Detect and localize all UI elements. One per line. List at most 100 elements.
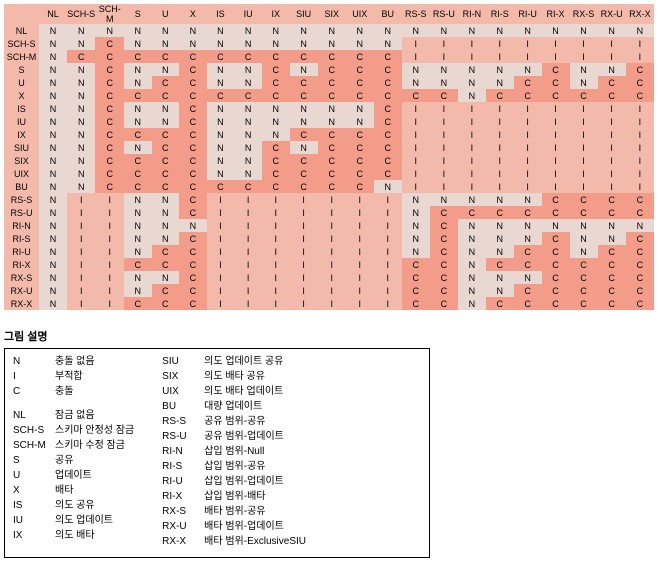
legend-value: 공유	[55, 454, 73, 468]
matrix-cell: I	[234, 206, 262, 219]
matrix-cell: C	[95, 37, 124, 50]
matrix-cell: C	[179, 297, 207, 310]
matrix-cell: C	[95, 76, 124, 89]
matrix-cell: I	[95, 232, 124, 245]
matrix-cell: C	[430, 245, 458, 258]
matrix-cell: I	[234, 219, 262, 232]
matrix-cell: N	[124, 115, 152, 128]
row-header: RX-X	[4, 297, 39, 310]
matrix-cell: N	[39, 167, 67, 180]
matrix-cell: I	[207, 297, 235, 310]
matrix-cell: C	[290, 76, 318, 89]
matrix-cell: N	[152, 271, 180, 284]
matrix-cell: N	[39, 63, 67, 76]
matrix-cell: I	[486, 102, 514, 115]
matrix-cell: N	[152, 37, 180, 50]
matrix-cell: C	[542, 271, 570, 284]
matrix-cell: I	[626, 102, 654, 115]
col-header: RX-S	[570, 4, 598, 24]
matrix-cell: C	[374, 102, 402, 115]
matrix-cell: I	[430, 128, 458, 141]
legend-value: 충돌	[55, 385, 73, 399]
matrix-cell: N	[67, 76, 96, 89]
matrix-cell: I	[95, 245, 124, 258]
matrix-cell: C	[290, 167, 318, 180]
matrix-cell: N	[207, 154, 235, 167]
matrix-cell: C	[430, 258, 458, 271]
legend: 그림 설명 N충돌 없음I부적합C충돌NL잠금 없음SCH-S스키마 안정성 잠…	[4, 328, 654, 558]
matrix-cell: N	[152, 193, 180, 206]
matrix-cell: N	[598, 219, 626, 232]
matrix-cell: N	[124, 76, 152, 89]
matrix-cell: I	[486, 37, 514, 50]
matrix-cell: I	[374, 232, 402, 245]
row-header: UIX	[4, 167, 39, 180]
matrix-cell: I	[430, 167, 458, 180]
matrix-cell: N	[39, 232, 67, 245]
matrix-cell: C	[542, 232, 570, 245]
matrix-cell: C	[626, 193, 654, 206]
matrix-cell: C	[626, 76, 654, 89]
matrix-cell: I	[346, 219, 374, 232]
matrix-cell: N	[152, 115, 180, 128]
matrix-cell: N	[262, 128, 290, 141]
matrix-cell: C	[234, 180, 262, 193]
matrix-cell: C	[179, 271, 207, 284]
matrix-cell: N	[486, 271, 514, 284]
matrix-cell: C	[374, 76, 402, 89]
matrix-cell: C	[346, 89, 374, 102]
matrix-cell: C	[95, 115, 124, 128]
matrix-cell: N	[67, 180, 96, 193]
col-header: RI-X	[542, 4, 570, 24]
matrix-cell: I	[374, 219, 402, 232]
legend-row: SIX의도 배타 공유	[162, 370, 306, 384]
matrix-cell: I	[346, 258, 374, 271]
legend-key: RX-U	[162, 520, 204, 534]
matrix-cell: C	[262, 167, 290, 180]
row-header: RI-X	[4, 258, 39, 271]
matrix-cell: N	[67, 63, 96, 76]
matrix-cell: N	[234, 115, 262, 128]
matrix-cell: I	[542, 154, 570, 167]
matrix-cell: N	[458, 297, 486, 310]
legend-value: 의도 업데이트	[55, 514, 113, 528]
matrix-cell: N	[430, 76, 458, 89]
matrix-cell: C	[542, 206, 570, 219]
matrix-cell: C	[262, 76, 290, 89]
legend-row: IX의도 배타	[13, 529, 134, 543]
matrix-cell: I	[95, 271, 124, 284]
matrix-cell: N	[458, 24, 486, 37]
matrix-cell: I	[318, 245, 346, 258]
matrix-cell: I	[207, 258, 235, 271]
matrix-cell: I	[207, 206, 235, 219]
matrix-cell: N	[346, 24, 374, 37]
legend-key: C	[13, 385, 55, 399]
matrix-cell: I	[402, 128, 430, 141]
matrix-cell: I	[95, 297, 124, 310]
matrix-cell: N	[402, 219, 430, 232]
matrix-cell: C	[262, 180, 290, 193]
matrix-cell: C	[374, 50, 402, 63]
matrix-cell: N	[514, 193, 542, 206]
matrix-cell: C	[514, 76, 542, 89]
legend-row: SCH-S스키마 안정성 잠금	[13, 424, 134, 438]
matrix-cell: N	[486, 76, 514, 89]
matrix-cell: I	[262, 258, 290, 271]
legend-value: 배타 범위-업데이트	[204, 520, 284, 534]
matrix-cell: N	[402, 232, 430, 245]
matrix-cell: I	[207, 284, 235, 297]
matrix-cell: N	[124, 193, 152, 206]
matrix-cell: C	[570, 206, 598, 219]
matrix-cell: C	[290, 50, 318, 63]
matrix-cell: C	[626, 89, 654, 102]
matrix-cell: N	[486, 63, 514, 76]
matrix-cell: I	[262, 297, 290, 310]
matrix-cell: I	[95, 284, 124, 297]
legend-row: IU의도 업데이트	[13, 514, 134, 528]
legend-key: N	[13, 355, 55, 369]
col-header: RX-X	[626, 4, 654, 24]
matrix-cell: I	[486, 50, 514, 63]
matrix-cell: C	[152, 128, 180, 141]
matrix-cell: I	[486, 180, 514, 193]
matrix-cell: N	[234, 102, 262, 115]
